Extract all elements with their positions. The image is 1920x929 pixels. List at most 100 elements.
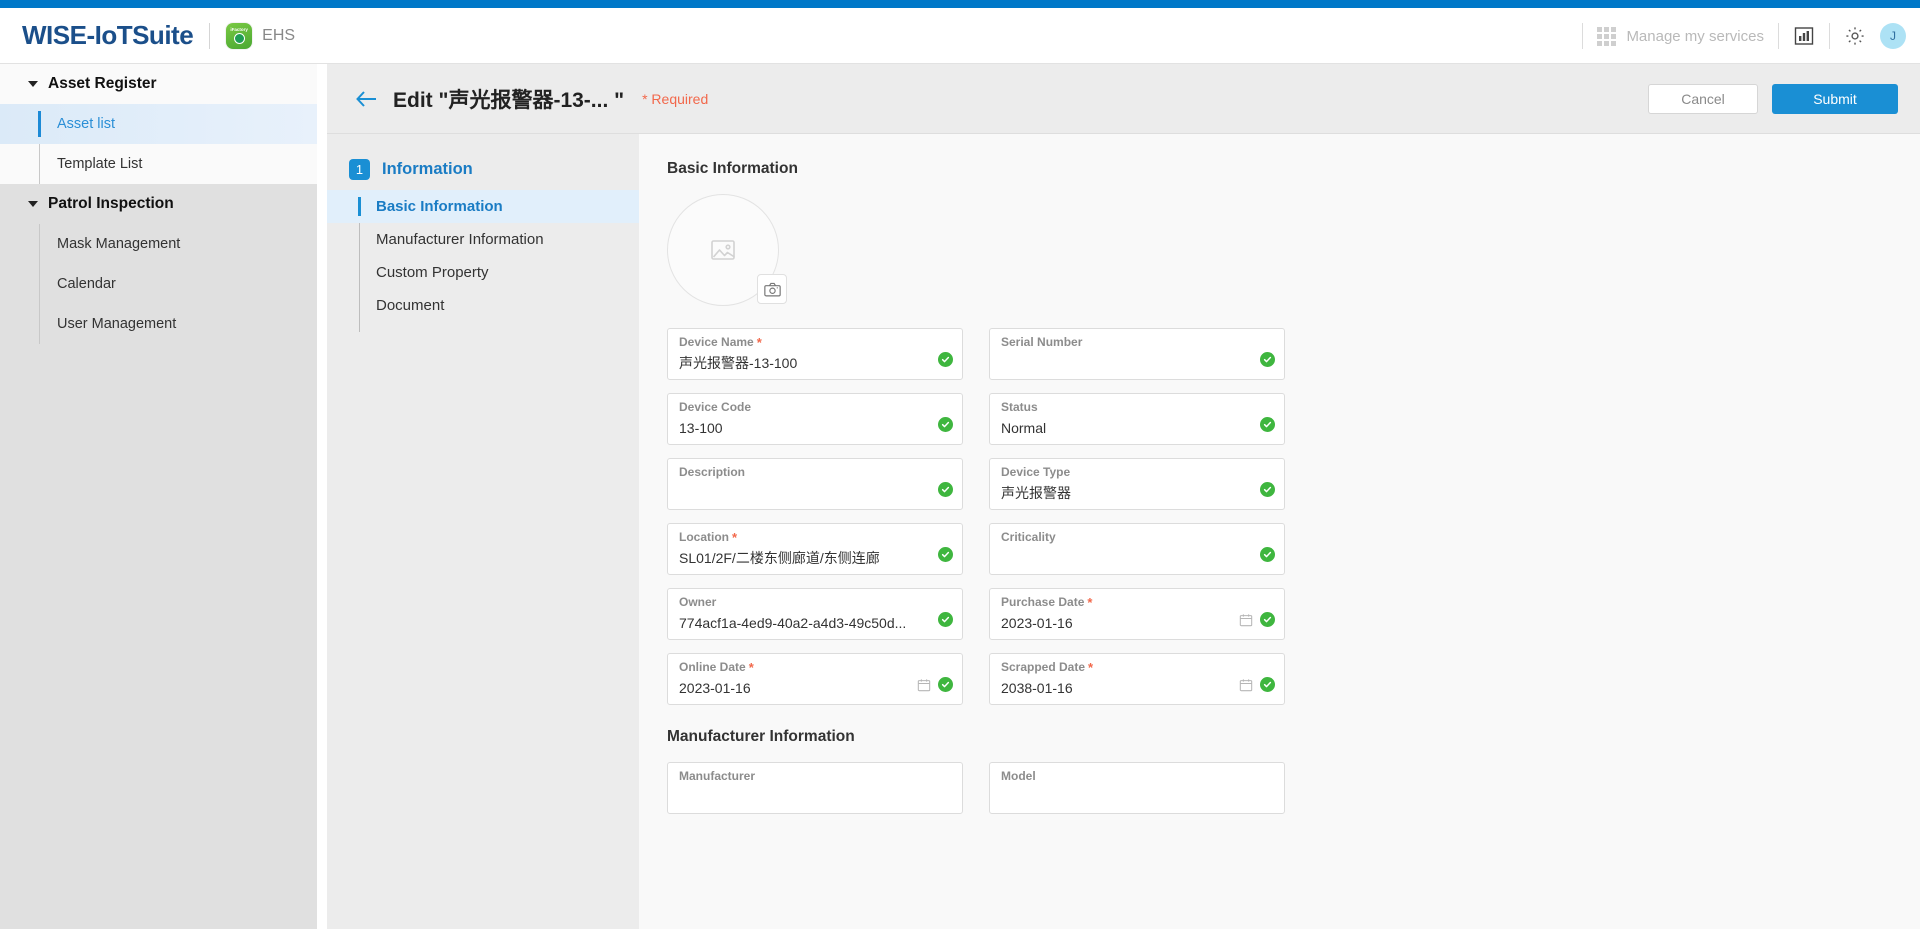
form-field-device-name[interactable]: Device Name * 声光报警器-13-100	[667, 328, 963, 380]
field-value[interactable]: SL01/2F/二楼东侧廊道/东侧连廊	[679, 545, 909, 571]
form-nav-basic-information[interactable]: Basic Information	[327, 190, 639, 223]
required-asterisk: *	[1088, 659, 1094, 675]
sidebar-group-asset-register: Asset Register Asset list Template List	[0, 64, 317, 184]
form-nav-custom-property[interactable]: Custom Property	[327, 256, 639, 289]
calendar-icon[interactable]	[1239, 678, 1253, 692]
form-field-device-type[interactable]: Device Type 声光报警器	[989, 458, 1285, 510]
required-note: * Required	[642, 90, 709, 107]
upload-photo-button[interactable]	[757, 274, 787, 304]
field-value[interactable]: 2023-01-16	[1001, 610, 1231, 636]
form-field-location[interactable]: Location * SL01/2F/二楼东侧廊道/东侧连廊	[667, 523, 963, 575]
sidebar-item-calendar[interactable]: Calendar	[0, 264, 317, 304]
page-title: Edit "声光报警器-13-... "	[393, 88, 625, 112]
form-field-model[interactable]: Model	[989, 762, 1285, 814]
app-header: WISE-IoTSuite iFactory EHS Manage my ser…	[0, 8, 1920, 64]
field-valid-icon	[938, 417, 953, 432]
field-value[interactable]: 声光报警器	[1001, 480, 1231, 506]
brand-logo: WISE-IoTSuite	[22, 20, 194, 50]
grid-apps-icon[interactable]	[1597, 26, 1617, 46]
sidebar-item-user-management[interactable]: User Management	[0, 304, 317, 344]
form-field-status[interactable]: Status Normal	[989, 393, 1285, 445]
form-field-manufacturer[interactable]: Manufacturer	[667, 762, 963, 814]
field-valid-icon	[1260, 677, 1275, 692]
ifactory-icon-caption: iFactory	[230, 27, 248, 32]
form-field-scrapped-date[interactable]: Scrapped Date * 2038-01-16	[989, 653, 1285, 705]
form-field-criticality[interactable]: Criticality	[989, 523, 1285, 575]
form-field-device-code[interactable]: Device Code 13-100	[667, 393, 963, 445]
form-step-nav: 1 Information Basic Information Manufact…	[327, 134, 639, 929]
form-nav-label: Document	[376, 297, 445, 314]
form-nav-document[interactable]: Document	[327, 289, 639, 322]
field-label: Description	[679, 465, 746, 479]
field-valid-icon	[1260, 482, 1275, 497]
sidebar-item-mask-management[interactable]: Mask Management	[0, 224, 317, 264]
form-field-serial-number[interactable]: Serial Number	[989, 328, 1285, 380]
field-valid-icon	[1260, 612, 1275, 627]
globe-icon	[233, 33, 245, 44]
basic-information-fields: Device Name * 声光报警器-13-100 Serial Number Dev…	[667, 328, 1285, 718]
form-step-information[interactable]: 1 Information	[327, 152, 639, 186]
form-nav-label: Basic Information	[376, 198, 503, 215]
field-valid-icon	[938, 547, 953, 562]
form-field-description[interactable]: Description	[667, 458, 963, 510]
sidebar-item-label: Calendar	[57, 276, 116, 292]
field-value[interactable]: 声光报警器-13-100	[679, 350, 909, 376]
field-label: Device Code	[679, 400, 752, 414]
titlebar-buttons: Cancel Submit	[1648, 83, 1898, 114]
required-asterisk: *	[732, 529, 738, 545]
header-divider-3	[1829, 23, 1830, 49]
form-field-owner[interactable]: Owner 774acf1a-4ed9-40a2-a4d3-49c50d...	[667, 588, 963, 640]
field-label: Location *	[679, 529, 738, 545]
sidebar-items-asset-register: Asset list Template List	[0, 104, 317, 184]
field-valid-icon	[938, 482, 953, 497]
field-label: Device Type	[1001, 465, 1071, 479]
sidebar-items-patrol-inspection: Mask Management Calendar User Management	[0, 224, 317, 344]
field-value[interactable]: 2038-01-16	[1001, 675, 1231, 701]
calendar-icon[interactable]	[1239, 613, 1253, 627]
form-field-purchase-date[interactable]: Purchase Date * 2023-01-16	[989, 588, 1285, 640]
manufacturer-information-fields: Manufacturer Model	[667, 762, 1285, 827]
main-sidebar: Asset Register Asset list Template List …	[0, 64, 317, 929]
required-asterisk: *	[748, 659, 754, 675]
field-label: Online Date *	[679, 659, 754, 675]
field-label: Status	[1001, 400, 1038, 414]
brand-divider	[209, 22, 211, 49]
chevron-down-icon	[28, 81, 38, 87]
page-titlebar: Edit "声光报警器-13-... " * Required Cancel S…	[327, 64, 1920, 134]
sidebar-group-header-patrol-inspection[interactable]: Patrol Inspection	[0, 184, 317, 224]
sidebar-item-label: Template List	[57, 156, 143, 172]
form-wrapper: 1 Information Basic Information Manufact…	[327, 134, 1920, 929]
form-nav-manufacturer-information[interactable]: Manufacturer Information	[327, 223, 639, 256]
required-asterisk: *	[756, 334, 762, 350]
sidebar-group-header-asset-register[interactable]: Asset Register	[0, 64, 317, 104]
field-value[interactable]: 774acf1a-4ed9-40a2-a4d3-49c50d...	[679, 610, 909, 636]
form-field-online-date[interactable]: Online Date * 2023-01-16	[667, 653, 963, 705]
form-body: Basic Information Device Name * 声光报警器-13…	[639, 134, 1920, 929]
field-label: Purchase Date *	[1001, 594, 1093, 610]
field-label: Criticality	[1001, 530, 1056, 544]
device-image-block	[667, 194, 787, 306]
top-accent-strip	[0, 0, 1920, 8]
gear-icon[interactable]	[1844, 25, 1866, 47]
cancel-button[interactable]: Cancel	[1648, 83, 1758, 114]
sidebar-group-label: Asset Register	[48, 75, 157, 92]
dashboard-chart-icon[interactable]	[1793, 25, 1815, 47]
back-arrow-icon[interactable]	[355, 88, 379, 110]
field-value[interactable]: 13-100	[679, 415, 909, 441]
sidebar-item-template-list[interactable]: Template List	[0, 144, 317, 184]
field-valid-icon	[1260, 417, 1275, 432]
sidebar-item-label: User Management	[57, 316, 177, 332]
app-module-name: EHS	[262, 26, 296, 44]
sidebar-item-label: Asset list	[57, 116, 116, 132]
sidebar-item-asset-list[interactable]: Asset list	[0, 104, 317, 144]
calendar-icon[interactable]	[917, 678, 931, 692]
submit-button[interactable]: Submit	[1772, 83, 1898, 114]
field-value[interactable]: Normal	[1001, 415, 1231, 441]
field-valid-icon	[938, 612, 953, 627]
user-avatar[interactable]: J	[1880, 23, 1906, 49]
field-value[interactable]: 2023-01-16	[679, 675, 909, 701]
required-asterisk: *	[1087, 594, 1093, 610]
manage-my-services-label[interactable]: Manage my services	[1626, 28, 1764, 45]
section-title-basic-information: Basic Information	[667, 160, 798, 177]
step-label: Information	[382, 159, 473, 178]
